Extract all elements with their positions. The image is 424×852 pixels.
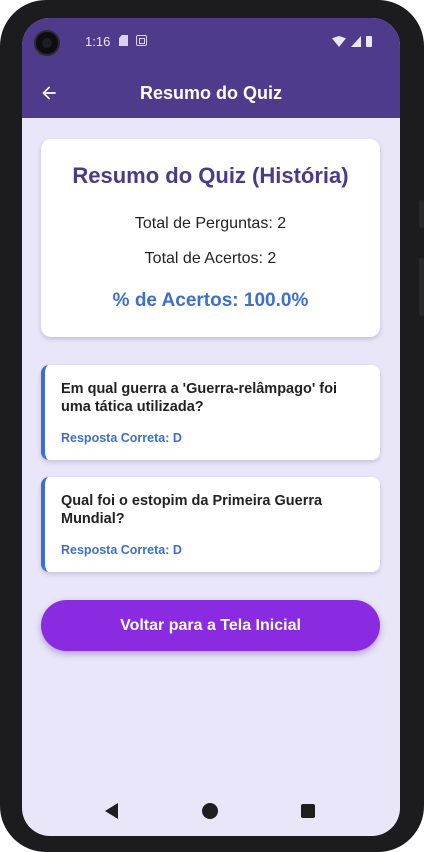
- battery-icon: [366, 36, 372, 47]
- screenshot-icon: [136, 35, 147, 46]
- correct-answer: Resposta Correta: D: [61, 543, 182, 557]
- total-questions: Total de Perguntas: 2: [134, 215, 287, 232]
- power-button: [419, 258, 424, 316]
- status-system-icons: [332, 36, 372, 47]
- correct-answer: Resposta Correta: D: [61, 431, 182, 445]
- status-bar: 1:16: [22, 18, 400, 68]
- circle-home-icon[interactable]: [202, 803, 218, 819]
- triangle-back-icon[interactable]: [105, 803, 118, 819]
- question-text: Em qual guerra a 'Guerra-relâmpago' foi …: [61, 381, 338, 415]
- back-button[interactable]: [34, 78, 64, 108]
- wifi-icon: [332, 36, 346, 47]
- status-notification-icons: [119, 35, 147, 46]
- summary-title: Resumo do Quiz (História): [72, 163, 349, 188]
- square-recents-icon[interactable]: [301, 804, 315, 818]
- phone-frame: 1:16 Resumo do Quiz Resumo do Quiz (Hist…: [0, 0, 424, 852]
- percent-correct: % de Acertos: 100.0%: [112, 290, 309, 311]
- summary-card: Resumo do Quiz (História) Total de Pergu…: [41, 139, 380, 337]
- screen: 1:16 Resumo do Quiz Resumo do Quiz (Hist…: [22, 18, 400, 836]
- status-time: 1:16: [85, 34, 111, 49]
- volume-button: [419, 200, 424, 228]
- back-to-home-button[interactable]: Voltar para a Tela Inicial: [41, 600, 380, 651]
- question-text: Qual foi o estopim da Primeira Guerra Mu…: [61, 493, 323, 527]
- front-camera: [34, 30, 60, 56]
- signal-icon: [351, 36, 361, 47]
- navigation-bar: [22, 788, 400, 836]
- question-card: Qual foi o estopim da Primeira Guerra Mu…: [41, 477, 380, 572]
- arrow-left-icon: [42, 86, 56, 100]
- app-bar: Resumo do Quiz: [22, 68, 400, 118]
- total-correct: Total de Acertos: 2: [144, 250, 277, 267]
- sd-card-icon: [119, 35, 128, 46]
- question-card: Em qual guerra a 'Guerra-relâmpago' foi …: [41, 365, 380, 460]
- app-title: Resumo do Quiz: [139, 82, 282, 103]
